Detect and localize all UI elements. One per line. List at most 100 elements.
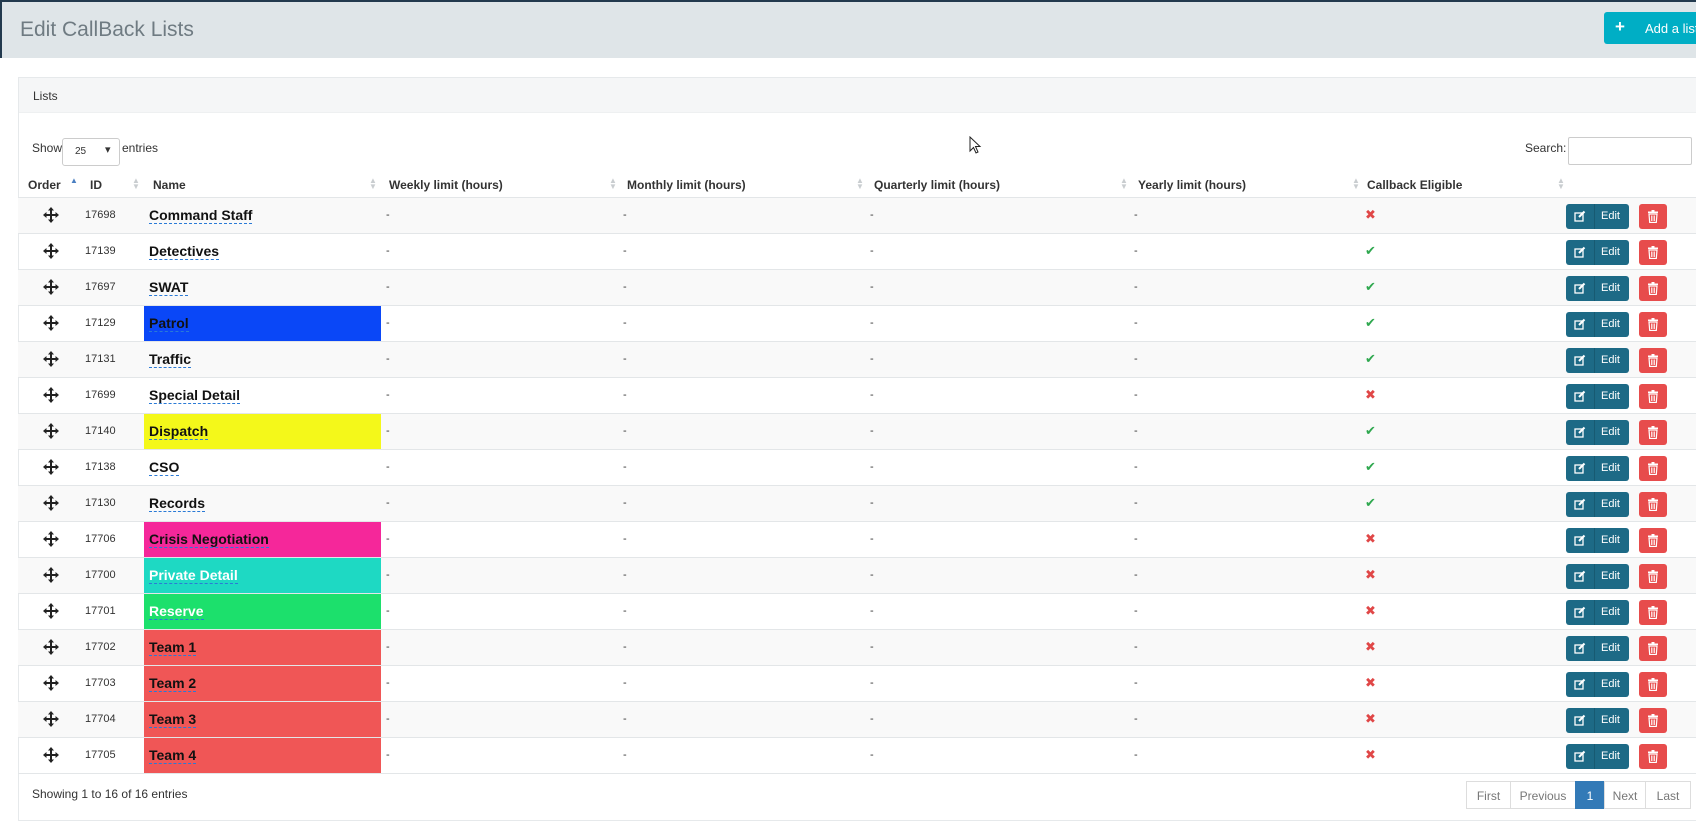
edit-button[interactable]: Edit	[1566, 600, 1629, 625]
delete-button[interactable]	[1639, 744, 1667, 769]
pagination-previous[interactable]: Previous	[1510, 781, 1576, 809]
sort-icon[interactable]: ▲	[70, 177, 78, 185]
drag-handle-icon[interactable]	[42, 350, 60, 368]
row-id: 17702	[85, 641, 116, 653]
drag-handle-icon[interactable]	[42, 638, 60, 656]
delete-button[interactable]	[1639, 312, 1667, 337]
sort-icon[interactable]: ▲ ▼	[856, 177, 864, 191]
column-header-quarterly-limit[interactable]: Quarterly limit (hours)	[874, 178, 1000, 192]
row-name-link[interactable]: Dispatch	[149, 424, 209, 440]
row-name-link[interactable]: Detectives	[149, 244, 220, 260]
table-row: 17706 Crisis Negotiation - - - - ✖ Edit	[18, 522, 1696, 558]
row-name-cell: Team 2	[144, 666, 381, 701]
column-header-order[interactable]: Order	[28, 178, 61, 192]
check-icon: ✔	[1365, 351, 1376, 366]
row-name-link[interactable]: Traffic	[149, 352, 192, 368]
drag-handle-icon[interactable]	[42, 422, 60, 440]
row-name-link[interactable]: SWAT	[149, 280, 189, 296]
drag-handle-icon[interactable]	[42, 206, 60, 224]
row-name-link[interactable]: Patrol	[149, 316, 189, 332]
row-name-cell: Dispatch	[144, 414, 381, 449]
delete-button[interactable]	[1639, 240, 1667, 265]
drag-handle-icon[interactable]	[42, 314, 60, 332]
row-name-link[interactable]: Team 2	[149, 676, 197, 692]
column-header-monthly-limit[interactable]: Monthly limit (hours)	[627, 178, 746, 192]
row-name-link[interactable]: Team 3	[149, 712, 197, 728]
pagination-first[interactable]: First	[1466, 781, 1511, 809]
row-quarterly-limit: -	[870, 281, 874, 293]
edit-button[interactable]: Edit	[1566, 240, 1629, 265]
edit-button[interactable]: Edit	[1566, 564, 1629, 589]
drag-handle-icon[interactable]	[42, 602, 60, 620]
sort-icon[interactable]: ▲ ▼	[1120, 177, 1128, 191]
row-name-link[interactable]: Team 4	[149, 748, 197, 764]
edit-button[interactable]: Edit	[1566, 636, 1629, 661]
drag-handle-icon[interactable]	[42, 458, 60, 476]
edit-button[interactable]: Edit	[1566, 492, 1629, 517]
sort-icon[interactable]: ▲ ▼	[1352, 177, 1360, 191]
delete-button[interactable]	[1639, 492, 1667, 517]
drag-handle-icon[interactable]	[42, 674, 60, 692]
column-header-id[interactable]: ID	[90, 178, 102, 192]
pagination-last[interactable]: Last	[1645, 781, 1691, 809]
row-name-link[interactable]: Reserve	[149, 604, 204, 620]
delete-button[interactable]	[1639, 564, 1667, 589]
sort-icon[interactable]: ▲ ▼	[132, 177, 140, 191]
entries-select[interactable]: 25 ▾	[62, 138, 120, 166]
column-header-name[interactable]: Name	[153, 178, 186, 192]
row-yearly-limit: -	[1134, 497, 1138, 509]
drag-handle-icon[interactable]	[42, 530, 60, 548]
edit-button[interactable]: Edit	[1566, 744, 1629, 769]
sort-icon[interactable]: ▲ ▼	[609, 177, 617, 191]
column-header-callback-eligible[interactable]: Callback Eligible	[1367, 178, 1462, 192]
drag-handle-icon[interactable]	[42, 386, 60, 404]
delete-button[interactable]	[1639, 204, 1667, 229]
edit-button[interactable]: Edit	[1566, 348, 1629, 373]
edit-label: Edit	[1601, 426, 1620, 438]
delete-button[interactable]	[1639, 456, 1667, 481]
sort-icon[interactable]: ▲ ▼	[1557, 177, 1565, 191]
cross-icon: ✖	[1365, 675, 1376, 690]
add-list-button[interactable]: + Add a list	[1604, 12, 1696, 44]
row-name-link[interactable]: Special Detail	[149, 388, 241, 404]
edit-button[interactable]: Edit	[1566, 204, 1629, 229]
row-name-link[interactable]: Team 1	[149, 640, 197, 656]
delete-button[interactable]	[1639, 420, 1667, 445]
search-input[interactable]	[1568, 137, 1692, 165]
delete-button[interactable]	[1639, 528, 1667, 553]
delete-button[interactable]	[1639, 636, 1667, 661]
row-name-link[interactable]: CSO	[149, 460, 180, 476]
drag-handle-icon[interactable]	[42, 242, 60, 260]
delete-button[interactable]	[1639, 600, 1667, 625]
delete-button[interactable]	[1639, 384, 1667, 409]
row-name-cell: CSO	[144, 450, 381, 485]
sort-icon[interactable]: ▲ ▼	[369, 177, 377, 191]
column-header-weekly-limit[interactable]: Weekly limit (hours)	[389, 178, 503, 192]
delete-button[interactable]	[1639, 276, 1667, 301]
trash-icon	[1648, 390, 1658, 403]
row-quarterly-limit: -	[870, 497, 874, 509]
edit-button[interactable]: Edit	[1566, 276, 1629, 301]
drag-handle-icon[interactable]	[42, 746, 60, 764]
row-name-link[interactable]: Records	[149, 496, 206, 512]
edit-button[interactable]: Edit	[1566, 708, 1629, 733]
delete-button[interactable]	[1639, 348, 1667, 373]
edit-button[interactable]: Edit	[1566, 384, 1629, 409]
row-name-link[interactable]: Command Staff	[149, 208, 253, 224]
drag-handle-icon[interactable]	[42, 494, 60, 512]
row-name-link[interactable]: Private Detail	[149, 568, 238, 584]
drag-handle-icon[interactable]	[42, 710, 60, 728]
edit-button[interactable]: Edit	[1566, 456, 1629, 481]
delete-button[interactable]	[1639, 672, 1667, 697]
edit-button[interactable]: Edit	[1566, 672, 1629, 697]
edit-button[interactable]: Edit	[1566, 528, 1629, 553]
delete-button[interactable]	[1639, 708, 1667, 733]
edit-button[interactable]: Edit	[1566, 420, 1629, 445]
drag-handle-icon[interactable]	[42, 566, 60, 584]
drag-handle-icon[interactable]	[42, 278, 60, 296]
row-name-link[interactable]: Crisis Negotiation	[149, 532, 269, 548]
column-header-yearly-limit[interactable]: Yearly limit (hours)	[1138, 178, 1246, 192]
pagination-1[interactable]: 1	[1575, 781, 1605, 809]
pagination-next[interactable]: Next	[1604, 781, 1646, 809]
edit-button[interactable]: Edit	[1566, 312, 1629, 337]
